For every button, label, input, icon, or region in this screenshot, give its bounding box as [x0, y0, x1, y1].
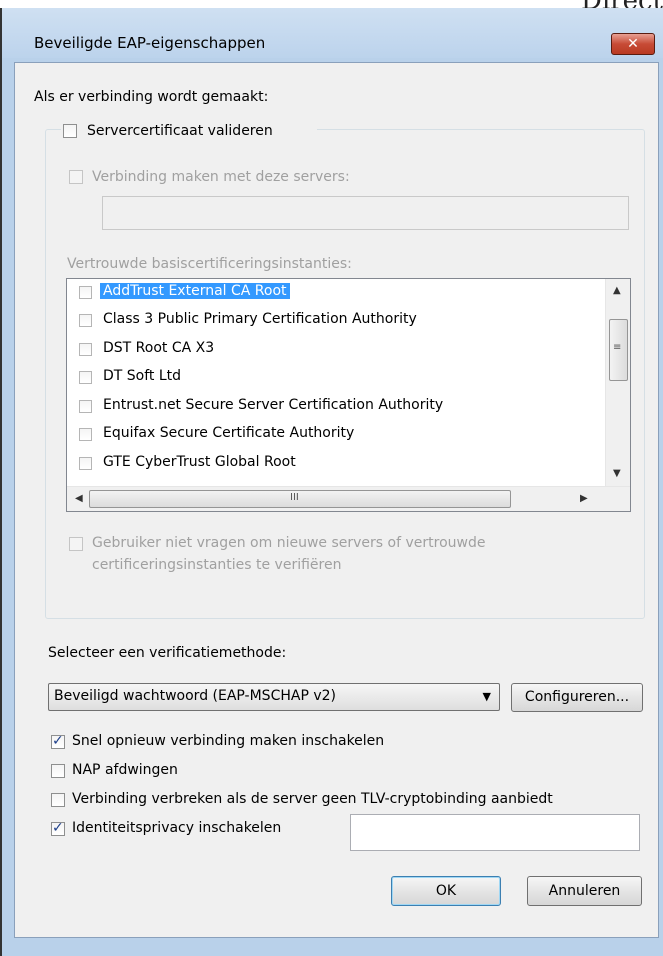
- close-button[interactable]: ✕: [611, 33, 655, 55]
- ok-button[interactable]: OK: [391, 876, 501, 906]
- identity-privacy-label: Identiteitsprivacy inschakelen: [72, 820, 282, 836]
- eap-properties-dialog: Beveiligde EAP-eigenschappen ✕ Als er ve…: [0, 8, 663, 956]
- configure-button[interactable]: Configureren...: [511, 683, 643, 712]
- no-prompt-label-line2: certificeringsinstanties te verifiëren: [92, 557, 342, 573]
- connect-servers-label: Verbinding maken met deze servers:: [92, 169, 350, 185]
- scroll-right-icon[interactable]: ▶: [580, 493, 588, 504]
- nap-label: NAP afdwingen: [72, 762, 178, 778]
- validate-cert-label: Servercertificaat valideren: [87, 123, 273, 139]
- ca-label: Class 3 Public Primary Certification Aut…: [103, 311, 417, 327]
- scroll-up-icon[interactable]: ▲: [613, 285, 621, 296]
- ca-label: AddTrust External CA Root: [100, 283, 290, 299]
- no-prompt-label-line1: Gebruiker niet vragen om nieuwe servers …: [92, 535, 486, 551]
- window-title: Beveiligde EAP-eigenschappen: [34, 34, 266, 52]
- ca-checkbox[interactable]: [79, 343, 92, 356]
- ca-label: DT Soft Ltd: [103, 368, 182, 384]
- ca-checkbox[interactable]: [79, 286, 92, 299]
- fast-reconnect-label: Snel opnieuw verbinding maken inschakele…: [72, 733, 385, 749]
- ca-checkbox[interactable]: [79, 314, 92, 327]
- ca-label: Entrust.net Secure Server Certification …: [103, 397, 444, 413]
- nap-checkbox[interactable]: [51, 764, 65, 778]
- ca-label: DST Root CA X3: [103, 340, 215, 356]
- ca-checkbox[interactable]: [79, 457, 92, 470]
- method-select-value: Beveiligd wachtwoord (EAP-MSCHAP v2): [54, 688, 336, 704]
- vertical-scroll-thumb[interactable]: ≡: [609, 319, 628, 381]
- scroll-down-icon[interactable]: ▼: [613, 468, 621, 479]
- close-icon: ✕: [627, 36, 639, 52]
- horizontal-scroll-thumb[interactable]: III: [89, 490, 511, 508]
- no-prompt-checkbox[interactable]: [69, 537, 83, 551]
- chevron-down-icon: ▼: [482, 690, 491, 703]
- trusted-ca-list[interactable]: AddTrust External CA Root Class 3 Public…: [66, 278, 631, 512]
- dialog-client-area: Als er verbinding wordt gemaakt: Serverc…: [14, 62, 659, 938]
- ca-checkbox[interactable]: [79, 400, 92, 413]
- connect-label: Als er verbinding wordt gemaakt:: [34, 89, 269, 105]
- connect-servers-checkbox[interactable]: [69, 170, 83, 184]
- cancel-button[interactable]: Annuleren: [527, 876, 642, 906]
- horizontal-scrollbar[interactable]: ◀ III ▶: [67, 486, 630, 511]
- trusted-ca-label: Vertrouwde basiscertificeringsinstanties…: [67, 256, 352, 272]
- ca-label: Equifax Secure Certificate Authority: [103, 425, 355, 441]
- servers-input[interactable]: [102, 196, 629, 230]
- ca-checkbox[interactable]: [79, 428, 92, 441]
- identity-input[interactable]: [350, 814, 640, 851]
- fast-reconnect-checkbox[interactable]: [51, 733, 65, 749]
- grip-icon: III: [290, 492, 299, 503]
- ca-checkbox[interactable]: [79, 371, 92, 384]
- validate-cert-checkbox[interactable]: [63, 124, 77, 138]
- title-bar[interactable]: Beveiligde EAP-eigenschappen ✕: [2, 8, 663, 58]
- method-label: Selecteer een verificatiemethode:: [48, 645, 287, 661]
- ca-label: GTE CyberTrust Global Root: [103, 454, 296, 470]
- tlv-label: Verbinding verbreken als de server geen …: [72, 791, 553, 807]
- method-select[interactable]: Beveiligd wachtwoord (EAP-MSCHAP v2) ▼: [48, 683, 500, 711]
- scroll-left-icon[interactable]: ◀: [75, 493, 83, 504]
- identity-privacy-checkbox[interactable]: [51, 820, 65, 836]
- tlv-checkbox[interactable]: [51, 793, 65, 807]
- vertical-scrollbar[interactable]: ▲ ≡ ▼: [605, 279, 630, 487]
- grip-icon: ≡: [613, 342, 622, 353]
